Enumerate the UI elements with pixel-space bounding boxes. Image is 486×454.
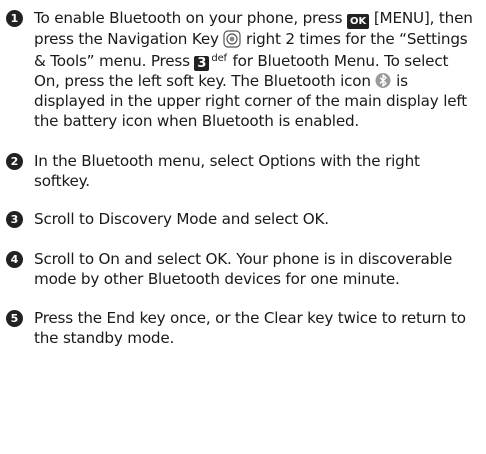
- step-text: Scroll to Discovery Mode and select OK.: [34, 210, 329, 228]
- step-5: 5 Press the End key once, or the Clear k…: [4, 308, 476, 348]
- ok-key-icon: OK: [346, 14, 370, 29]
- step-text: In the Bluetooth menu, select Options wi…: [34, 152, 420, 190]
- step-1: 1 To enable Bluetooth on your phone, pre…: [4, 8, 476, 131]
- step-number: 5: [6, 310, 23, 327]
- step-text: Press the End key once, or the Clear key…: [34, 309, 466, 347]
- step-number: 1: [6, 10, 23, 27]
- step-number: 4: [6, 251, 23, 268]
- step-4: 4 Scroll to On and select OK. Your phone…: [4, 249, 476, 289]
- step-3: 3 Scroll to Discovery Mode and select OK…: [4, 209, 476, 229]
- step-text: Scroll to On and select OK. Your phone i…: [34, 250, 453, 288]
- instruction-page: 1 To enable Bluetooth on your phone, pre…: [0, 0, 486, 454]
- step-number: 3: [6, 211, 23, 228]
- key-3-def-icon: 3: [194, 56, 210, 71]
- bluetooth-icon: [375, 72, 391, 89]
- key-3-def-label: def: [211, 53, 227, 64]
- navigation-key-icon: [223, 30, 242, 48]
- step-number: 2: [6, 153, 23, 170]
- step-text: To enable Bluetooth on your phone, press: [34, 9, 347, 27]
- step-2: 2 In the Bluetooth menu, select Options …: [4, 151, 476, 191]
